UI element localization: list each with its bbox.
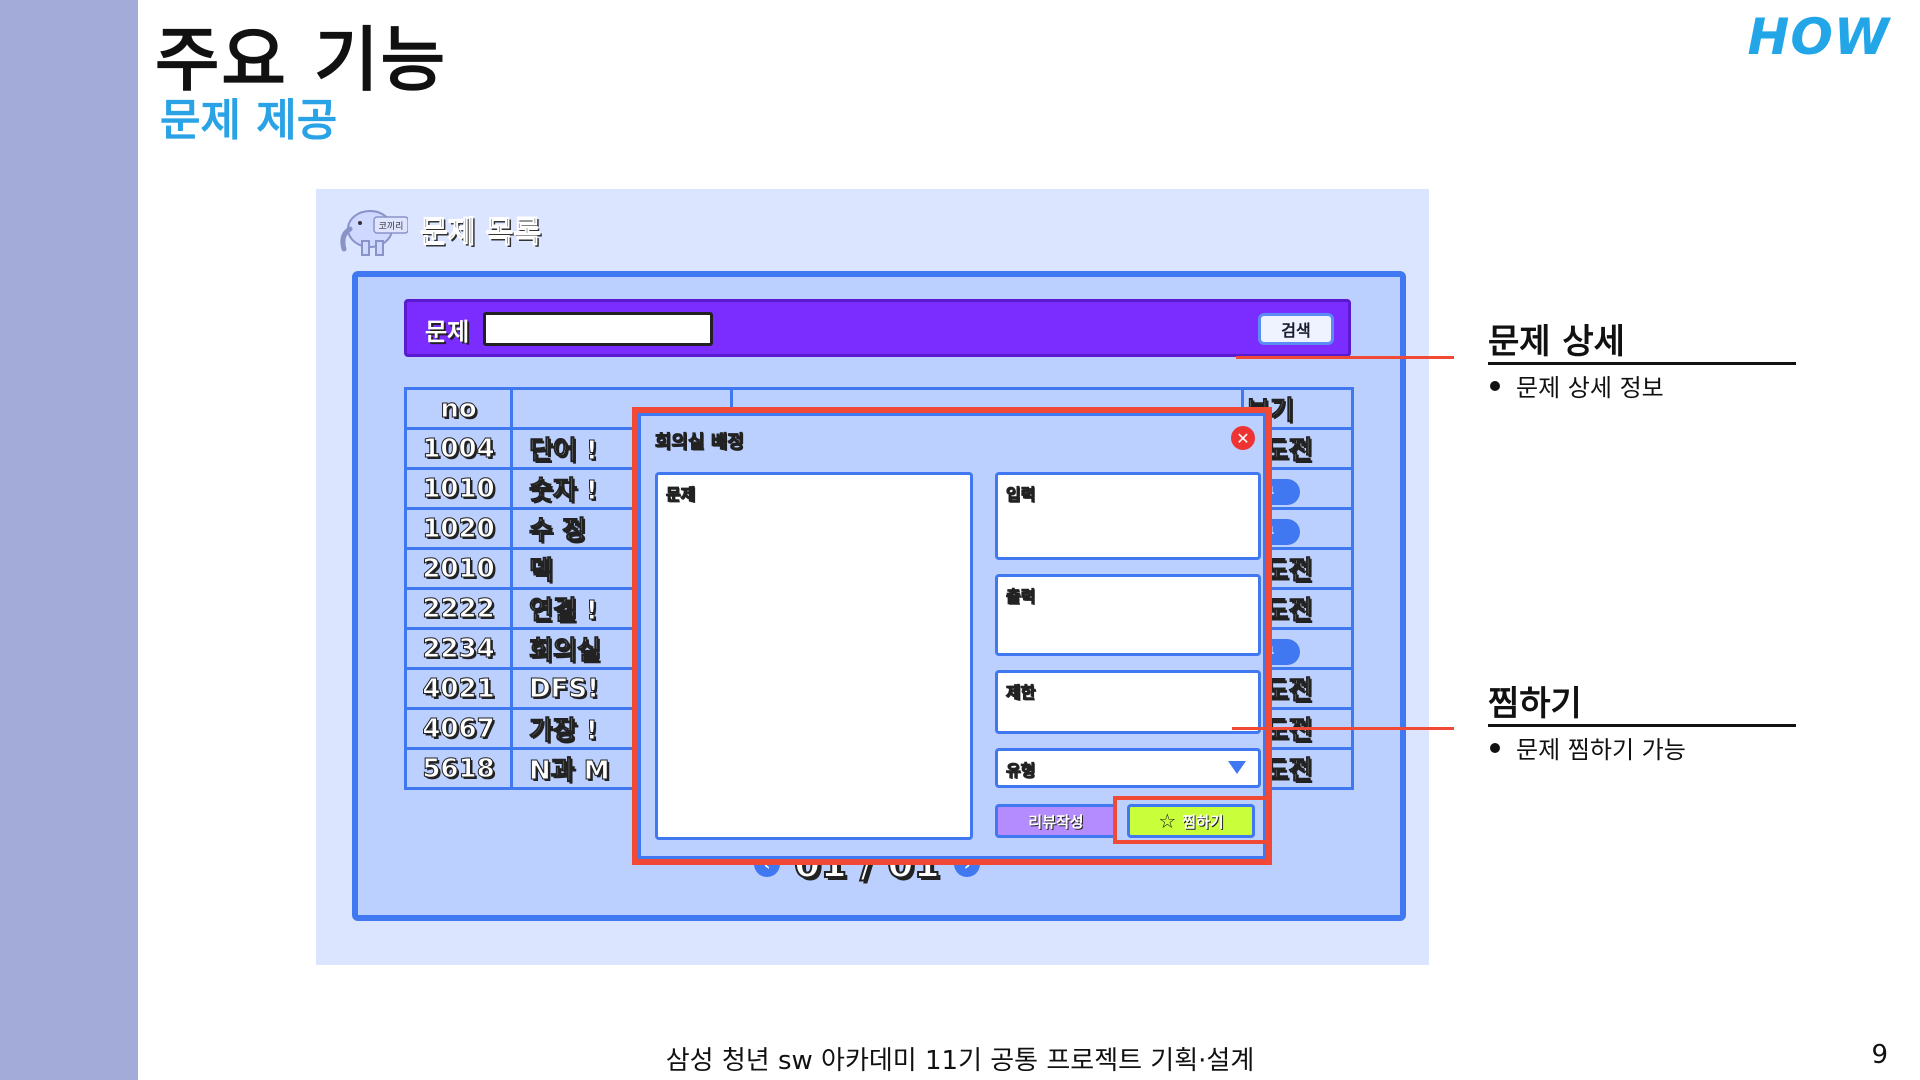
- row-no: 2222: [404, 587, 513, 630]
- row-no: 4021: [404, 667, 513, 710]
- row-no: 1020: [404, 507, 513, 550]
- favorite-highlight-frame: ☆ 찜하기: [1113, 796, 1269, 844]
- row-no: 4067: [404, 707, 513, 750]
- callout-item-detail-text: 문제 상세 정보: [1516, 374, 1664, 402]
- output-label: 출력: [1005, 587, 1036, 607]
- bullet-icon: [1490, 380, 1500, 391]
- table-header-no: no: [404, 387, 513, 430]
- callout-rule-favorite: [1488, 724, 1796, 727]
- problem-description-box: 문제: [655, 472, 973, 840]
- row-no: 2010: [404, 547, 513, 590]
- search-label: 문제: [425, 318, 470, 346]
- input-description-box: 입력: [995, 472, 1261, 560]
- search-input[interactable]: [483, 312, 713, 346]
- app-header: 코끼리 문제 목록: [338, 199, 541, 259]
- row-no: 1004: [404, 427, 513, 470]
- row-no: 2234: [404, 627, 513, 670]
- write-review-button[interactable]: 리뷰작성: [995, 804, 1117, 838]
- app-screenshot: 코끼리 문제 목록 문제 검색 no 보기 1004 단어 ! | 도전: [316, 189, 1429, 965]
- row-no: 5618: [404, 747, 513, 790]
- mascot-badge-text: 코끼리: [379, 221, 404, 232]
- type-select[interactable]: 유형: [995, 748, 1261, 788]
- search-button[interactable]: 검색: [1258, 313, 1334, 345]
- search-bar: 문제 검색: [404, 299, 1351, 357]
- slide-subtitle: 문제 제공: [160, 95, 338, 146]
- problem-list-panel: 문제 검색 no 보기 1004 단어 ! | 도전 1010 숫자 ! 리뷰: [352, 271, 1406, 921]
- callout-item-favorite: 문제 찜하기 가능: [1490, 730, 1686, 765]
- page-number: 9: [1871, 1040, 1888, 1070]
- slide-sidebar-strip: [0, 0, 138, 1080]
- callout-title-detail: 문제 상세: [1488, 322, 1625, 362]
- output-description-box: 출력: [995, 574, 1261, 656]
- limit-label: 제한: [1005, 683, 1036, 703]
- chevron-down-icon: [1228, 761, 1246, 774]
- favorite-button[interactable]: ☆ 찜하기: [1127, 804, 1255, 838]
- callout-connector-favorite: [1232, 727, 1454, 730]
- problem-detail-modal: 회의실 배정 ✕ 문제 입력 출력 제한 유형 리뷰작성 ☆ 찜하기: [632, 407, 1272, 865]
- callout-item-detail: 문제 상세 정보: [1490, 368, 1664, 403]
- limit-description-box: 제한: [995, 670, 1261, 734]
- callout-rule-detail: [1488, 362, 1796, 365]
- problem-label: 문제: [665, 485, 696, 505]
- slide-footer: 삼성 청년 sw 아카데미 11기 공통 프로젝트 기획·설계: [665, 1046, 1255, 1076]
- callout-connector-detail: [1236, 356, 1454, 359]
- favorite-button-label: 찜하기: [1182, 812, 1224, 831]
- how-logo: HOW: [1747, 8, 1890, 66]
- bullet-icon: [1490, 742, 1500, 753]
- callout-item-favorite-text: 문제 찜하기 가능: [1516, 736, 1686, 764]
- type-label: 유형: [1005, 761, 1036, 781]
- close-icon[interactable]: ✕: [1231, 426, 1255, 450]
- callout-title-favorite: 찜하기: [1488, 684, 1582, 724]
- elephant-mascot-icon: 코끼리: [338, 201, 409, 257]
- star-icon: ☆: [1158, 809, 1177, 833]
- modal-title: 회의실 배정: [654, 432, 745, 454]
- input-label: 입력: [1005, 485, 1036, 505]
- app-title: 문제 목록: [420, 215, 542, 251]
- row-no: 1010: [404, 467, 513, 510]
